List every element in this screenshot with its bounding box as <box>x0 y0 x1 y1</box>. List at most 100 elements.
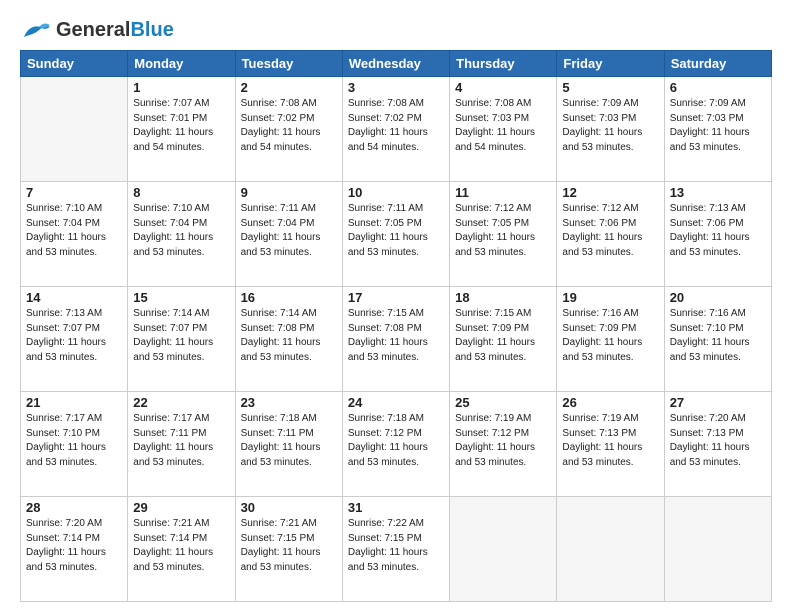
day-number: 30 <box>241 500 337 515</box>
day-info: Sunrise: 7:17 AM Sunset: 7:10 PM Dayligh… <box>26 412 122 470</box>
day-info: Sunrise: 7:13 AM Sunset: 7:07 PM Dayligh… <box>26 307 122 365</box>
header-monday: Monday <box>128 51 235 77</box>
calendar-table: SundayMondayTuesdayWednesdayThursdayFrid… <box>20 50 772 602</box>
logo: GeneralBlue <box>20 18 174 42</box>
calendar-cell: 14 Sunrise: 7:13 AM Sunset: 7:07 PM Dayli… <box>21 287 128 392</box>
logo-icon <box>20 18 52 42</box>
day-info: Sunrise: 7:18 AM Sunset: 7:12 PM Dayligh… <box>348 412 444 470</box>
day-info: Sunrise: 7:09 AM Sunset: 7:03 PM Dayligh… <box>670 97 766 155</box>
header: GeneralBlue <box>20 18 772 42</box>
day-info: Sunrise: 7:15 AM Sunset: 7:08 PM Dayligh… <box>348 307 444 365</box>
day-number: 12 <box>562 185 658 200</box>
calendar-cell: 7 Sunrise: 7:10 AM Sunset: 7:04 PM Daylig… <box>21 182 128 287</box>
day-info: Sunrise: 7:21 AM Sunset: 7:15 PM Dayligh… <box>241 517 337 575</box>
day-number: 10 <box>348 185 444 200</box>
day-number: 14 <box>26 290 122 305</box>
calendar-cell: 12 Sunrise: 7:12 AM Sunset: 7:06 PM Dayli… <box>557 182 664 287</box>
calendar-cell: 18 Sunrise: 7:15 AM Sunset: 7:09 PM Dayli… <box>450 287 557 392</box>
week-row-2: 14 Sunrise: 7:13 AM Sunset: 7:07 PM Dayli… <box>21 287 772 392</box>
day-info: Sunrise: 7:15 AM Sunset: 7:09 PM Dayligh… <box>455 307 551 365</box>
day-info: Sunrise: 7:19 AM Sunset: 7:13 PM Dayligh… <box>562 412 658 470</box>
calendar-cell: 19 Sunrise: 7:16 AM Sunset: 7:09 PM Dayli… <box>557 287 664 392</box>
calendar-header-row: SundayMondayTuesdayWednesdayThursdayFrid… <box>21 51 772 77</box>
calendar-cell: 30 Sunrise: 7:21 AM Sunset: 7:15 PM Dayli… <box>235 497 342 602</box>
calendar-cell: 4Sunrise: 7:08 AM Sunset: 7:03 PM Daylig… <box>450 77 557 182</box>
calendar-cell: 11Sunrise: 7:12 AM Sunset: 7:05 PM Dayli… <box>450 182 557 287</box>
header-tuesday: Tuesday <box>235 51 342 77</box>
day-info: Sunrise: 7:13 AM Sunset: 7:06 PM Dayligh… <box>670 202 766 260</box>
day-number: 4 <box>455 80 551 95</box>
calendar-cell: 21 Sunrise: 7:17 AM Sunset: 7:10 PM Dayli… <box>21 392 128 497</box>
day-info: Sunrise: 7:07 AM Sunset: 7:01 PM Dayligh… <box>133 97 229 155</box>
day-info: Sunrise: 7:16 AM Sunset: 7:10 PM Dayligh… <box>670 307 766 365</box>
calendar-cell <box>21 77 128 182</box>
header-thursday: Thursday <box>450 51 557 77</box>
day-number: 19 <box>562 290 658 305</box>
day-info: Sunrise: 7:10 AM Sunset: 7:04 PM Dayligh… <box>133 202 229 260</box>
day-info: Sunrise: 7:08 AM Sunset: 7:02 PM Dayligh… <box>348 97 444 155</box>
calendar-cell: 29Sunrise: 7:21 AM Sunset: 7:14 PM Dayli… <box>128 497 235 602</box>
day-number: 9 <box>241 185 337 200</box>
day-info: Sunrise: 7:20 AM Sunset: 7:13 PM Dayligh… <box>670 412 766 470</box>
day-number: 3 <box>348 80 444 95</box>
day-number: 21 <box>26 395 122 410</box>
day-number: 6 <box>670 80 766 95</box>
day-number: 23 <box>241 395 337 410</box>
calendar-cell: 1 Sunrise: 7:07 AM Sunset: 7:01 PM Daylig… <box>128 77 235 182</box>
day-info: Sunrise: 7:11 AM Sunset: 7:05 PM Dayligh… <box>348 202 444 260</box>
calendar-cell: 23Sunrise: 7:18 AM Sunset: 7:11 PM Dayli… <box>235 392 342 497</box>
calendar-cell: 31Sunrise: 7:22 AM Sunset: 7:15 PM Dayli… <box>342 497 449 602</box>
calendar-cell: 26 Sunrise: 7:19 AM Sunset: 7:13 PM Dayli… <box>557 392 664 497</box>
calendar-cell: 13 Sunrise: 7:13 AM Sunset: 7:06 PM Dayli… <box>664 182 771 287</box>
day-number: 7 <box>26 185 122 200</box>
calendar-cell <box>450 497 557 602</box>
week-row-0: 1 Sunrise: 7:07 AM Sunset: 7:01 PM Daylig… <box>21 77 772 182</box>
calendar-cell: 24Sunrise: 7:18 AM Sunset: 7:12 PM Dayli… <box>342 392 449 497</box>
day-info: Sunrise: 7:10 AM Sunset: 7:04 PM Dayligh… <box>26 202 122 260</box>
header-saturday: Saturday <box>664 51 771 77</box>
week-row-4: 28Sunrise: 7:20 AM Sunset: 7:14 PM Dayli… <box>21 497 772 602</box>
calendar-cell: 8 Sunrise: 7:10 AM Sunset: 7:04 PM Daylig… <box>128 182 235 287</box>
logo-blue: Blue <box>130 19 173 41</box>
calendar-cell: 22Sunrise: 7:17 AM Sunset: 7:11 PM Dayli… <box>128 392 235 497</box>
calendar-cell: 16Sunrise: 7:14 AM Sunset: 7:08 PM Dayli… <box>235 287 342 392</box>
calendar-cell: 15Sunrise: 7:14 AM Sunset: 7:07 PM Dayli… <box>128 287 235 392</box>
day-number: 26 <box>562 395 658 410</box>
header-sunday: Sunday <box>21 51 128 77</box>
day-number: 27 <box>670 395 766 410</box>
day-number: 8 <box>133 185 229 200</box>
calendar-cell: 5 Sunrise: 7:09 AM Sunset: 7:03 PM Daylig… <box>557 77 664 182</box>
calendar-cell <box>557 497 664 602</box>
day-number: 2 <box>241 80 337 95</box>
logo-general: General <box>56 19 130 41</box>
calendar-cell: 10 Sunrise: 7:11 AM Sunset: 7:05 PM Dayli… <box>342 182 449 287</box>
header-friday: Friday <box>557 51 664 77</box>
calendar-cell: 3 Sunrise: 7:08 AM Sunset: 7:02 PM Daylig… <box>342 77 449 182</box>
day-info: Sunrise: 7:19 AM Sunset: 7:12 PM Dayligh… <box>455 412 551 470</box>
day-number: 18 <box>455 290 551 305</box>
calendar-cell <box>664 497 771 602</box>
day-number: 1 <box>133 80 229 95</box>
day-number: 29 <box>133 500 229 515</box>
day-info: Sunrise: 7:16 AM Sunset: 7:09 PM Dayligh… <box>562 307 658 365</box>
week-row-1: 7 Sunrise: 7:10 AM Sunset: 7:04 PM Daylig… <box>21 182 772 287</box>
calendar-cell: 28Sunrise: 7:20 AM Sunset: 7:14 PM Dayli… <box>21 497 128 602</box>
calendar-cell: 9 Sunrise: 7:11 AM Sunset: 7:04 PM Daylig… <box>235 182 342 287</box>
day-number: 13 <box>670 185 766 200</box>
day-info: Sunrise: 7:11 AM Sunset: 7:04 PM Dayligh… <box>241 202 337 260</box>
day-info: Sunrise: 7:09 AM Sunset: 7:03 PM Dayligh… <box>562 97 658 155</box>
day-info: Sunrise: 7:14 AM Sunset: 7:07 PM Dayligh… <box>133 307 229 365</box>
calendar-cell: 27 Sunrise: 7:20 AM Sunset: 7:13 PM Dayli… <box>664 392 771 497</box>
calendar-cell: 17 Sunrise: 7:15 AM Sunset: 7:08 PM Dayli… <box>342 287 449 392</box>
day-number: 17 <box>348 290 444 305</box>
day-number: 5 <box>562 80 658 95</box>
header-wednesday: Wednesday <box>342 51 449 77</box>
day-number: 20 <box>670 290 766 305</box>
page: GeneralBlue SundayMondayTuesdayWednesday… <box>0 0 792 612</box>
day-info: Sunrise: 7:17 AM Sunset: 7:11 PM Dayligh… <box>133 412 229 470</box>
calendar-cell: 25Sunrise: 7:19 AM Sunset: 7:12 PM Dayli… <box>450 392 557 497</box>
day-info: Sunrise: 7:12 AM Sunset: 7:06 PM Dayligh… <box>562 202 658 260</box>
day-number: 28 <box>26 500 122 515</box>
day-number: 31 <box>348 500 444 515</box>
calendar-cell: 20 Sunrise: 7:16 AM Sunset: 7:10 PM Dayli… <box>664 287 771 392</box>
